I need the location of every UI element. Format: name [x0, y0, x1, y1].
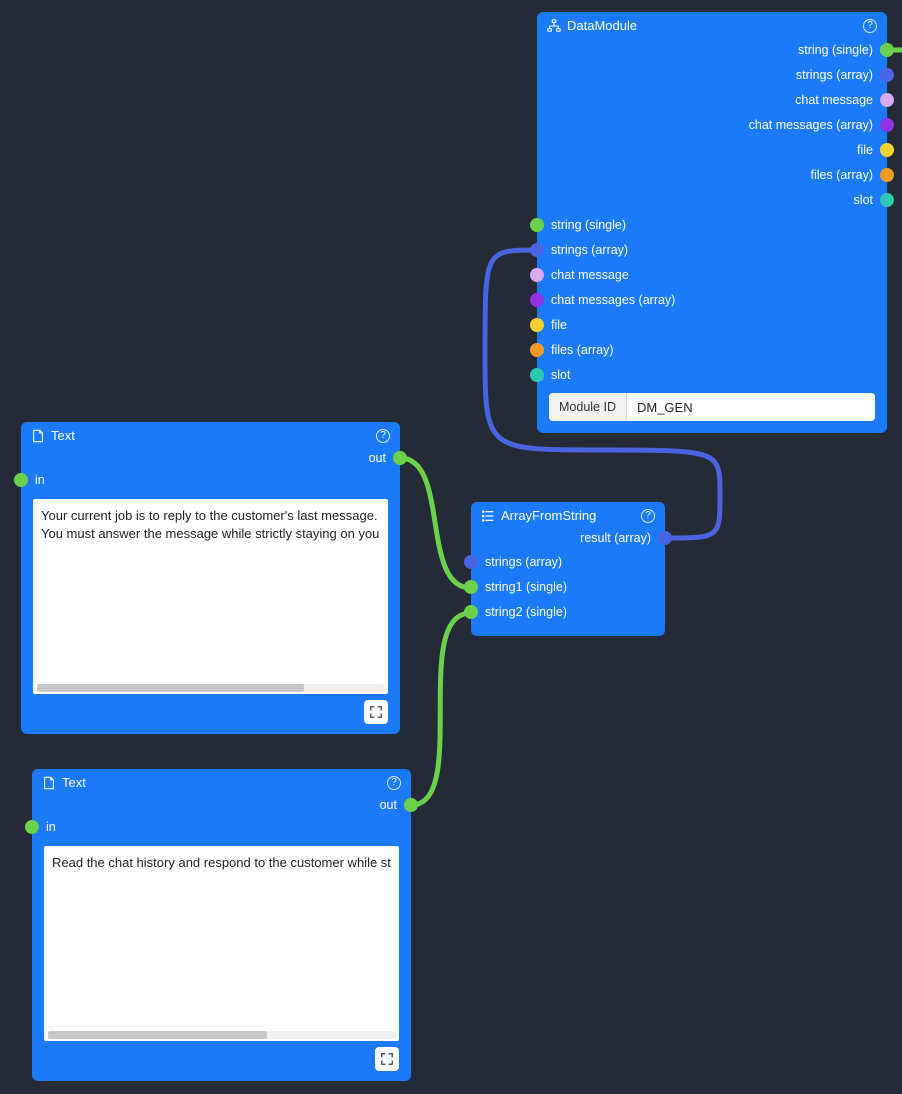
node-header[interactable]: Text ? — [32, 769, 411, 794]
port-dot[interactable] — [880, 43, 894, 57]
input-port-chat-messages-array[interactable]: chat messages (array) — [537, 287, 887, 312]
text-line: You must answer the message while strict… — [41, 525, 380, 543]
input-port-strings-array[interactable]: strings (array) — [471, 549, 665, 574]
port-dot[interactable] — [658, 531, 672, 545]
port-dot[interactable] — [530, 268, 544, 282]
node-canvas[interactable]: DataModule ? string (single) strings (ar… — [0, 0, 902, 1094]
help-icon[interactable]: ? — [376, 429, 390, 443]
scrollbar-thumb[interactable] — [37, 684, 304, 692]
node-text-2[interactable]: Text ? out in Read the chat history and … — [32, 769, 411, 1081]
output-port-strings-array[interactable]: strings (array) — [537, 62, 887, 87]
port-dot[interactable] — [404, 798, 418, 812]
output-port-file[interactable]: file — [537, 137, 887, 162]
module-id-label: Module ID — [549, 393, 627, 421]
text-content-box[interactable]: Your current job is to reply to the cust… — [33, 499, 388, 694]
port-dot[interactable] — [530, 343, 544, 357]
text-content-box[interactable]: Read the chat history and respond to the… — [44, 846, 399, 1041]
port-dot[interactable] — [880, 193, 894, 207]
port-dot[interactable] — [880, 168, 894, 182]
node-text-1[interactable]: Text ? out in Your current job is to rep… — [21, 422, 400, 734]
input-port-string2[interactable]: string2 (single) — [471, 599, 665, 624]
input-port-files-array[interactable]: files (array) — [537, 337, 887, 362]
document-icon — [31, 429, 45, 443]
hierarchy-icon — [547, 19, 561, 33]
port-dot[interactable] — [25, 820, 39, 834]
output-port-files-array[interactable]: files (array) — [537, 162, 887, 187]
port-dot[interactable] — [880, 93, 894, 107]
module-id-input[interactable] — [627, 393, 875, 421]
document-icon — [42, 776, 56, 790]
help-icon[interactable]: ? — [641, 509, 655, 523]
port-dot[interactable] — [530, 293, 544, 307]
module-id-field: Module ID — [549, 393, 875, 421]
port-dot[interactable] — [880, 143, 894, 157]
port-dot[interactable] — [393, 451, 407, 465]
expand-button[interactable] — [364, 700, 388, 724]
input-port-in[interactable]: in — [32, 816, 411, 838]
port-dot[interactable] — [530, 318, 544, 332]
port-dot[interactable] — [464, 555, 478, 569]
expand-button[interactable] — [375, 1047, 399, 1071]
output-port-chat-message[interactable]: chat message — [537, 87, 887, 112]
input-port-slot[interactable]: slot — [537, 362, 887, 387]
help-icon[interactable]: ? — [387, 776, 401, 790]
port-dot[interactable] — [464, 580, 478, 594]
port-dot[interactable] — [14, 473, 28, 487]
output-port-result[interactable]: result (array) — [471, 527, 665, 549]
horizontal-scrollbar[interactable] — [48, 1031, 395, 1039]
help-icon[interactable]: ? — [863, 19, 877, 33]
output-port-slot[interactable]: slot — [537, 187, 887, 212]
node-header[interactable]: ArrayFromString ? — [471, 502, 665, 527]
node-title: ArrayFromString — [501, 508, 635, 523]
horizontal-scrollbar[interactable] — [37, 684, 384, 692]
port-dot[interactable] — [464, 605, 478, 619]
node-title: Text — [62, 775, 381, 790]
node-arrayfromstring[interactable]: ArrayFromString ? result (array) strings… — [471, 502, 665, 636]
input-port-string1[interactable]: string1 (single) — [471, 574, 665, 599]
input-port-in[interactable]: in — [21, 469, 400, 491]
input-port-strings-array[interactable]: strings (array) — [537, 237, 887, 262]
text-line: Read the chat history and respond to the… — [52, 854, 391, 872]
list-icon — [481, 509, 495, 523]
input-port-string-single[interactable]: string (single) — [537, 212, 887, 237]
port-dot[interactable] — [880, 118, 894, 132]
node-header[interactable]: DataModule ? — [537, 12, 887, 37]
port-dot[interactable] — [880, 68, 894, 82]
node-datamodule[interactable]: DataModule ? string (single) strings (ar… — [537, 12, 887, 433]
output-port-out[interactable]: out — [32, 794, 411, 816]
port-dot[interactable] — [530, 218, 544, 232]
node-header[interactable]: Text ? — [21, 422, 400, 447]
port-dot[interactable] — [530, 368, 544, 382]
scrollbar-thumb[interactable] — [48, 1031, 267, 1039]
port-dot[interactable] — [530, 243, 544, 257]
output-port-chat-messages-array[interactable]: chat messages (array) — [537, 112, 887, 137]
output-port-string-single[interactable]: string (single) — [537, 37, 887, 62]
text-line: Your current job is to reply to the cust… — [41, 507, 380, 525]
input-port-file[interactable]: file — [537, 312, 887, 337]
input-port-chat-message[interactable]: chat message — [537, 262, 887, 287]
node-title: DataModule — [567, 18, 857, 33]
output-port-out[interactable]: out — [21, 447, 400, 469]
node-title: Text — [51, 428, 370, 443]
